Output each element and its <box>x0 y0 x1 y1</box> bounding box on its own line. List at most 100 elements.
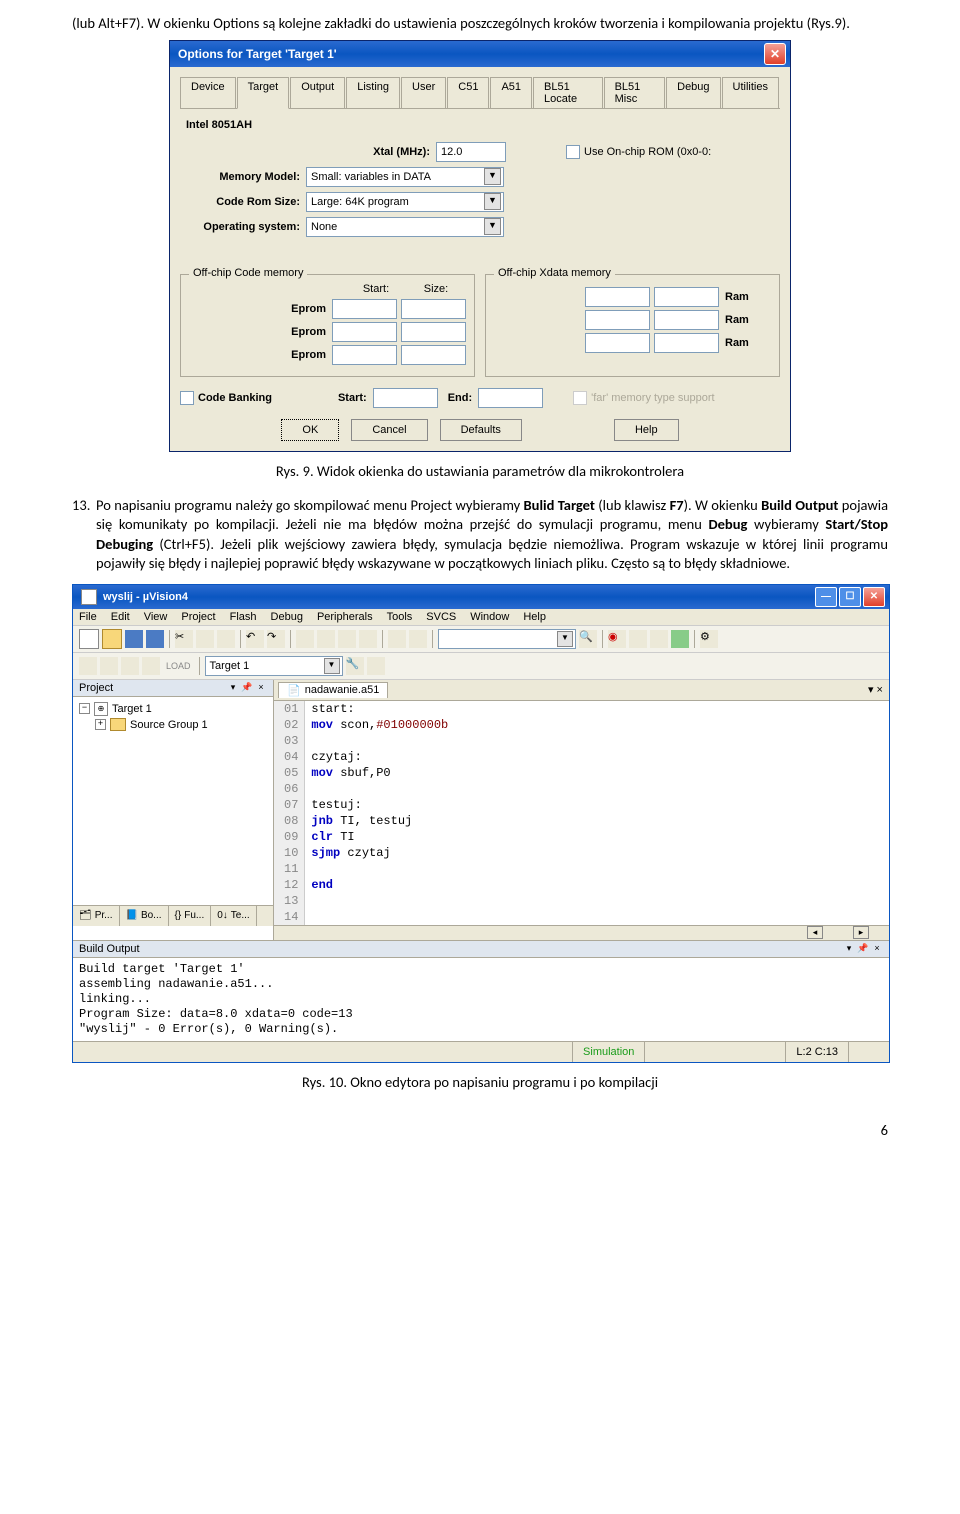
new-file-icon[interactable] <box>79 629 99 649</box>
defaults-button[interactable]: Defaults <box>440 419 522 441</box>
menu-tools[interactable]: Tools <box>387 611 413 623</box>
tab-c51[interactable]: C51 <box>447 77 489 108</box>
expand-icon[interactable]: + <box>95 719 106 730</box>
pin-icon[interactable]: 📌 <box>241 682 253 694</box>
eprom-size-input[interactable] <box>401 345 466 365</box>
open-file-icon[interactable] <box>102 629 122 649</box>
tab-utilities[interactable]: Utilities <box>722 77 779 108</box>
tab-user[interactable]: User <box>401 77 446 108</box>
functions-tab[interactable]: {}Fu... <box>169 906 212 926</box>
build-all-icon[interactable] <box>121 657 139 675</box>
collapse-icon[interactable]: − <box>79 703 90 714</box>
menu-peripherals[interactable]: Peripherals <box>317 611 373 623</box>
menu-debug[interactable]: Debug <box>271 611 303 623</box>
tab-listing[interactable]: Listing <box>346 77 400 108</box>
tree-group-node[interactable]: + Source Group 1 <box>95 717 267 733</box>
code-editor[interactable]: 0102030405060708091011121314 start:mov s… <box>274 701 889 925</box>
bookmark-clear-icon[interactable] <box>359 630 377 648</box>
outdent-icon[interactable] <box>409 630 427 648</box>
tab-bl51-locate[interactable]: BL51 Locate <box>533 77 603 108</box>
tool-icon[interactable] <box>629 630 647 648</box>
target-options-icon[interactable]: 🔧 <box>346 657 364 675</box>
bookmark-icon[interactable] <box>296 630 314 648</box>
build-output-header[interactable]: Build Output ▾ 📌 × <box>73 941 889 958</box>
tree-target-node[interactable]: − ⊕ Target 1 <box>79 701 267 717</box>
scroll-left-icon[interactable]: ◂ <box>807 926 823 939</box>
close-icon[interactable]: × <box>871 943 883 955</box>
project-tab[interactable]: 🗂Pr... <box>73 906 120 926</box>
menu-help[interactable]: Help <box>523 611 546 623</box>
books-tab[interactable]: 📘Bo... <box>120 906 169 926</box>
manage-icon[interactable] <box>367 657 385 675</box>
config-icon[interactable]: ⚙ <box>700 630 718 648</box>
ide-titlebar[interactable]: wyslij - µVision4 — ☐ ✕ <box>73 585 889 609</box>
pin-icon[interactable]: 📌 <box>857 943 869 955</box>
maximize-button[interactable]: ☐ <box>839 587 861 607</box>
save-all-icon[interactable] <box>146 630 164 648</box>
eprom-start-input[interactable] <box>332 322 397 342</box>
tab-a51[interactable]: A51 <box>490 77 532 108</box>
menu-view[interactable]: View <box>144 611 168 623</box>
tool-icon[interactable] <box>671 630 689 648</box>
scroll-right-icon[interactable]: ▸ <box>853 926 869 939</box>
build-output-text[interactable]: Build target 'Target 1' assembling nadaw… <box>73 958 889 1041</box>
project-tree[interactable]: − ⊕ Target 1 + Source Group 1 <box>73 697 273 905</box>
ram-start-input[interactable] <box>585 287 650 307</box>
os-combo[interactable]: None ▼ <box>306 217 504 237</box>
menu-window[interactable]: Window <box>470 611 509 623</box>
code-rom-combo[interactable]: Large: 64K program ▼ <box>306 192 504 212</box>
ok-button[interactable]: OK <box>281 419 339 441</box>
cut-icon[interactable]: ✂ <box>175 630 193 648</box>
rebuild-icon[interactable] <box>100 657 118 675</box>
chevron-down-icon[interactable]: ▾ × <box>868 683 883 696</box>
eprom-start-input[interactable] <box>332 299 397 319</box>
bookmark-next-icon[interactable] <box>317 630 335 648</box>
ram-size-input[interactable] <box>654 310 719 330</box>
eprom-size-input[interactable] <box>401 322 466 342</box>
paste-icon[interactable] <box>217 630 235 648</box>
save-icon[interactable] <box>125 630 143 648</box>
banking-start-input[interactable] <box>373 388 438 408</box>
tab-debug[interactable]: Debug <box>666 77 720 108</box>
close-button[interactable]: ✕ <box>863 587 885 607</box>
menu-svcs[interactable]: SVCS <box>426 611 456 623</box>
help-button[interactable]: Help <box>614 419 679 441</box>
chevron-down-icon[interactable]: ▾ <box>227 682 239 694</box>
close-icon[interactable]: × <box>255 682 267 694</box>
memory-model-combo[interactable]: Small: variables in DATA ▼ <box>306 167 504 187</box>
chevron-down-icon[interactable]: ▾ <box>843 943 855 955</box>
banking-end-input[interactable] <box>478 388 543 408</box>
project-panel-header[interactable]: Project ▾ 📌 × <box>73 680 273 697</box>
undo-icon[interactable]: ↶ <box>246 630 264 648</box>
dialog-titlebar[interactable]: Options for Target 'Target 1' ✕ <box>170 41 790 67</box>
cancel-button[interactable]: Cancel <box>351 419 427 441</box>
menu-project[interactable]: Project <box>181 611 215 623</box>
target-combo[interactable]: Target 1 ▼ <box>205 656 343 676</box>
ram-size-input[interactable] <box>654 287 719 307</box>
menu-edit[interactable]: Edit <box>111 611 130 623</box>
code-banking-checkbox[interactable] <box>180 391 194 405</box>
menu-flash[interactable]: Flash <box>230 611 257 623</box>
tab-output[interactable]: Output <box>290 77 345 108</box>
tab-device[interactable]: Device <box>180 77 236 108</box>
eprom-size-input[interactable] <box>401 299 466 319</box>
build-icon[interactable] <box>79 657 97 675</box>
templates-tab[interactable]: 0↓Te... <box>211 906 256 926</box>
bookmark-prev-icon[interactable] <box>338 630 356 648</box>
tool-icon[interactable] <box>650 630 668 648</box>
tab-bl51-misc[interactable]: BL51 Misc <box>604 77 666 108</box>
use-onchip-checkbox[interactable] <box>566 145 580 159</box>
redo-icon[interactable]: ↷ <box>267 630 285 648</box>
ram-start-input[interactable] <box>585 310 650 330</box>
code-text[interactable]: start:mov scon,#01000000b czytaj:mov sbu… <box>305 701 889 925</box>
indent-icon[interactable] <box>388 630 406 648</box>
menu-file[interactable]: File <box>79 611 97 623</box>
find-icon[interactable]: 🔍 <box>579 630 597 648</box>
copy-icon[interactable] <box>196 630 214 648</box>
minimize-button[interactable]: — <box>815 587 837 607</box>
stop-build-icon[interactable] <box>142 657 160 675</box>
ram-start-input[interactable] <box>585 333 650 353</box>
close-button[interactable]: ✕ <box>764 43 786 65</box>
editor-file-tab[interactable]: 📄 nadawanie.a51 <box>278 682 388 698</box>
debug-icon[interactable]: ◉ <box>608 630 626 648</box>
